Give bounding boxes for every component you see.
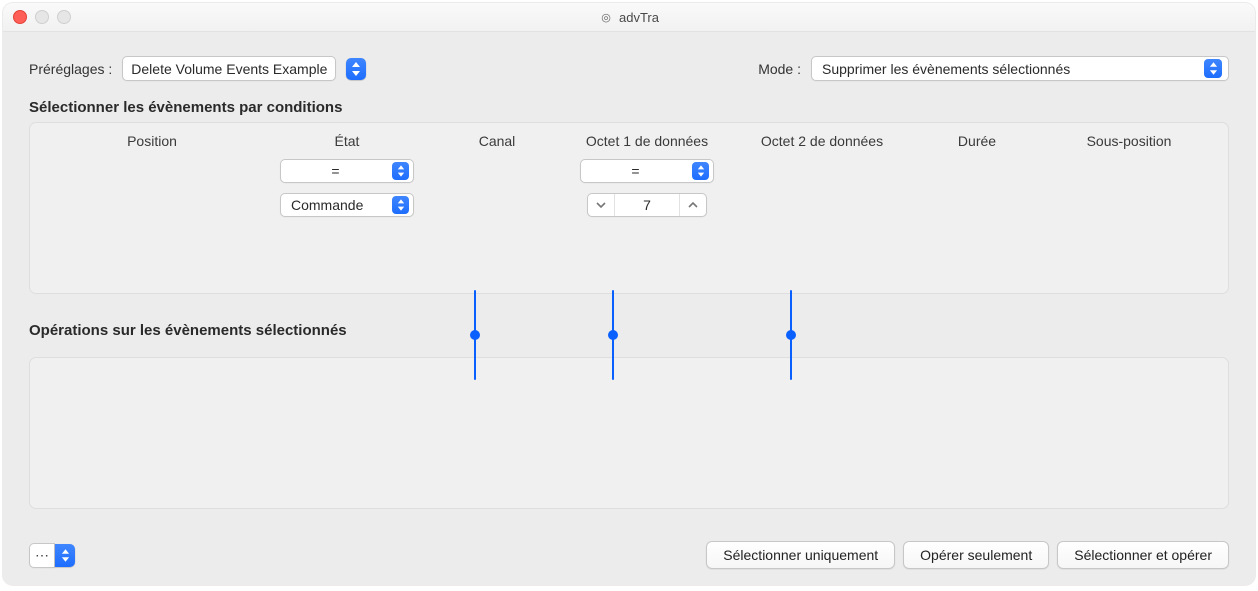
presets-menu-button[interactable] xyxy=(346,58,366,80)
window-title: ◎ advTra xyxy=(3,10,1255,25)
col-data2: Octet 2 de données xyxy=(732,133,912,149)
state-value: Commande xyxy=(291,197,392,213)
popup-arrows xyxy=(392,162,409,180)
mode-label: Mode : xyxy=(758,61,801,77)
mode-popup-arrows xyxy=(1204,59,1222,78)
updown-icon xyxy=(697,165,705,177)
presets-popup[interactable]: Delete Volume Events Example xyxy=(122,56,336,81)
data1-operator-value: = xyxy=(579,163,692,179)
conditions-heading: Sélectionner les évènements par conditio… xyxy=(3,99,1255,122)
select-and-operate-button[interactable]: Sélectionner et opérer xyxy=(1057,541,1229,569)
data1-value-stepper[interactable]: 7 xyxy=(587,193,707,217)
select-only-label: Sélectionner uniquement xyxy=(723,547,878,563)
state-operator-popup[interactable]: = xyxy=(280,159,414,183)
data1-operator-popup[interactable]: = xyxy=(580,159,714,183)
divider-handle-3[interactable] xyxy=(789,290,793,380)
bottom-bar: ⋯ Sélectionner uniquement Opérer seuleme… xyxy=(3,527,1255,585)
chevron-down-icon xyxy=(596,200,606,210)
close-window-button[interactable] xyxy=(13,10,27,24)
stepper-increment[interactable] xyxy=(680,194,706,216)
updown-icon xyxy=(397,199,405,211)
conditions-column-headers: Position État Canal Octet 1 de données O… xyxy=(30,123,1228,155)
updown-icon xyxy=(1209,62,1218,75)
chevron-up-icon xyxy=(688,200,698,210)
stepper-decrement[interactable] xyxy=(588,194,614,216)
more-options-button[interactable]: ⋯ xyxy=(29,543,55,568)
presets-value: Delete Volume Events Example xyxy=(131,61,327,77)
col-position: Position xyxy=(42,133,262,149)
operate-only-label: Opérer seulement xyxy=(920,547,1032,563)
more-options-menu[interactable] xyxy=(55,544,75,567)
titlebar: ◎ advTra xyxy=(3,3,1255,32)
col-channel: Canal xyxy=(432,133,562,149)
mode-popup[interactable]: Supprimer les évènements sélectionnés xyxy=(811,56,1229,81)
traffic-lights xyxy=(13,10,71,24)
window: ◎ advTra Préréglages : Delete Volume Eve… xyxy=(3,3,1255,585)
presets-label: Préréglages : xyxy=(29,61,112,77)
divider-handle-1[interactable] xyxy=(473,290,477,380)
data1-stepper-value: 7 xyxy=(614,194,680,216)
conditions-row-1: = = Commande xyxy=(30,155,1228,221)
popup-arrows xyxy=(692,162,709,180)
operate-only-button[interactable]: Opérer seulement xyxy=(903,541,1049,569)
select-only-button[interactable]: Sélectionner uniquement xyxy=(706,541,895,569)
col-state: État xyxy=(262,133,432,149)
window-title-text: advTra xyxy=(619,10,659,25)
top-controls: Préréglages : Delete Volume Events Examp… xyxy=(3,32,1255,99)
updown-icon xyxy=(351,62,361,76)
mode-value: Supprimer les évènements sélectionnés xyxy=(822,61,1070,77)
minimize-window-button[interactable] xyxy=(35,10,49,24)
operations-heading: Opérations sur les évènements sélectionn… xyxy=(3,322,1255,345)
content-area: Position État Canal Octet 1 de données O… xyxy=(3,122,1255,509)
operations-panel xyxy=(29,357,1229,509)
divider-handle-2[interactable] xyxy=(611,290,615,380)
state-operator-value: = xyxy=(279,163,392,179)
col-subposition: Sous-position xyxy=(1042,133,1216,149)
conditions-panel: Position État Canal Octet 1 de données O… xyxy=(29,122,1229,294)
state-value-popup[interactable]: Commande xyxy=(280,193,414,217)
col-duration: Durée xyxy=(912,133,1042,149)
ellipsis-icon: ⋯ xyxy=(35,547,49,564)
updown-icon xyxy=(397,165,405,177)
zoom-window-button[interactable] xyxy=(57,10,71,24)
popup-arrows xyxy=(392,196,409,214)
select-and-operate-label: Sélectionner et opérer xyxy=(1074,547,1212,563)
app-icon: ◎ xyxy=(599,10,613,24)
col-data1: Octet 1 de données xyxy=(562,133,732,149)
updown-icon xyxy=(61,549,70,562)
